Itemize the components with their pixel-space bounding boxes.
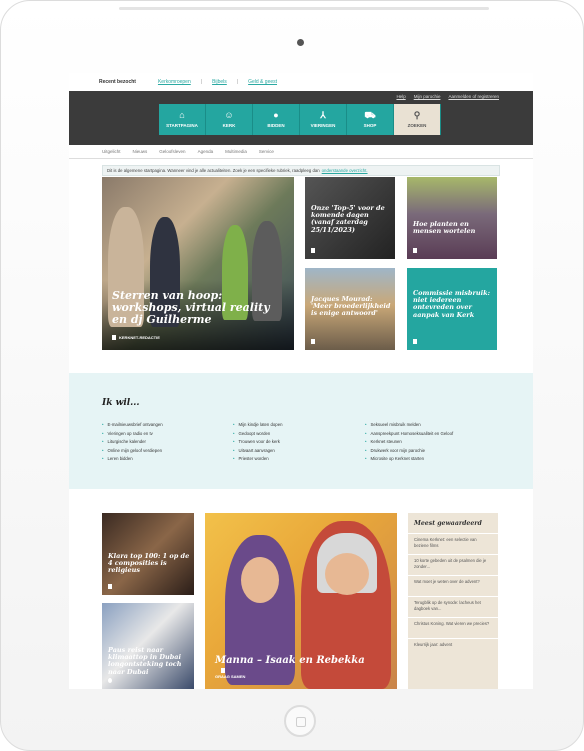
- document-icon: [413, 248, 417, 253]
- ik-wil-heading: Ik wil...: [102, 398, 140, 408]
- ik-wil-link[interactable]: Liturgische kalender: [102, 438, 163, 447]
- camera-icon: [297, 39, 304, 46]
- ik-wil-link[interactable]: Microsite op Kerknet starten: [365, 455, 453, 464]
- tile-top5[interactable]: Onze 'Top-5' voor de komende dagen (vana…: [305, 177, 395, 259]
- ik-wil-link[interactable]: Priester worden: [233, 455, 282, 464]
- nav-kerk[interactable]: ☺ KERK: [206, 104, 253, 135]
- hero-article[interactable]: Sterren van hoop: workshops, virtual rea…: [102, 177, 294, 350]
- tile-manna[interactable]: Manna – Isaak en Rebekka GRAAG SAMEN: [205, 513, 397, 689]
- sidebar-item[interactable]: Wat moet je weten over de advent?: [408, 575, 498, 596]
- document-icon: [311, 248, 315, 253]
- home-button[interactable]: [284, 705, 316, 737]
- nav-startpagina[interactable]: ⌂ STARTPAGINA: [159, 104, 206, 135]
- subnav-item-service[interactable]: Service: [259, 149, 274, 154]
- play-icon: [108, 678, 112, 683]
- ik-wil-link[interactable]: Uitvaart aanvragen: [233, 447, 282, 456]
- recent-link-2[interactable]: Bijbels: [212, 79, 227, 85]
- ik-wil-section: Ik wil... E-mailnieuwsbrief ontvangen Vi…: [69, 373, 533, 489]
- tile-misbruik-title[interactable]: Commissie misbruik: niet iedereen ontevr…: [413, 289, 493, 319]
- tile-mourad-title[interactable]: Jacques Mourad: 'Meer broederlijkheid is…: [311, 295, 393, 318]
- tablet-top-edge: [119, 7, 489, 10]
- tile-klara[interactable]: Klara top 100: 1 op de 4 composities is …: [102, 513, 194, 595]
- sub-nav: Uitgelicht Nieuws Geloofsleven Agenda Mu…: [69, 145, 533, 159]
- ik-wil-col-3: Seksueel misbruik melden Aanspreekpunt H…: [365, 421, 454, 464]
- ik-wil-col-1: E-mailnieuwsbrief ontvangen Vieringen op…: [102, 421, 163, 464]
- tile-planten-title[interactable]: Hoe planten en mensen wortelen: [413, 220, 493, 235]
- cart-icon: ⛟: [364, 110, 376, 120]
- ik-wil-link[interactable]: Vieringen op radio en tv: [102, 430, 163, 439]
- login-links: Help Mijn parochie Aanmelden of registre…: [396, 94, 499, 99]
- subnav-item-multimedia[interactable]: Multimedia: [225, 149, 247, 154]
- recent-label: Recent bezocht: [99, 79, 136, 85]
- sidebar-item[interactable]: Cinema Kerknet: een selectie van beziene…: [408, 533, 498, 554]
- ik-wil-link[interactable]: Aanspreekpunt Homoseksualiteit en Geloof: [365, 430, 454, 439]
- screen: Recent bezocht Kerkomroepen | Bijbels | …: [69, 73, 533, 689]
- tile-mourad[interactable]: Jacques Mourad: 'Meer broederlijkheid is…: [305, 268, 395, 350]
- document-icon: [221, 668, 225, 673]
- recent-link-3[interactable]: Geld & geest: [248, 79, 277, 85]
- ik-wil-link[interactable]: Kerknet steunen: [365, 438, 453, 447]
- subnav-item-uitgelicht[interactable]: Uitgelicht: [102, 149, 121, 154]
- document-icon: [413, 339, 417, 344]
- ik-wil-col-2: Mijn kindje laten dopen Gedoopt worden T…: [233, 421, 283, 464]
- subnav-item-nieuws[interactable]: Nieuws: [133, 149, 148, 154]
- ik-wil-link[interactable]: Trouwen voor de kerk: [233, 438, 282, 447]
- tile-paus-title[interactable]: Paus reist naar klimaattop in Dubai long…: [108, 646, 192, 676]
- ik-wil-link[interactable]: E-mailnieuwsbrief ontvangen: [102, 421, 163, 430]
- profile-link[interactable]: Mijn parochie: [414, 94, 441, 99]
- main-nav: ⌂ STARTPAGINA ☺ KERK ● BIDDEN ⅄ VIERINGEN ⛟ S…: [159, 104, 441, 135]
- subnav-item-agenda[interactable]: Agenda: [198, 149, 214, 154]
- help-link[interactable]: Help: [396, 94, 405, 99]
- document-icon: [108, 584, 112, 589]
- document-icon: [112, 335, 116, 340]
- notice-link[interactable]: onderstaande overzicht.: [322, 168, 368, 173]
- recent-link-1[interactable]: Kerkomroepen: [158, 79, 191, 85]
- ik-wil-link[interactable]: Gedoopt worden: [233, 430, 282, 439]
- sidebar-item[interactable]: Terugblik op de synode: lacheus het dagb…: [408, 596, 498, 617]
- home-square-icon: [296, 717, 306, 727]
- subnav-item-geloofsleven[interactable]: Geloofsleven: [159, 149, 185, 154]
- sidebar-heading: Meest gewaardeerd: [414, 520, 482, 527]
- people-icon: ☺: [224, 110, 234, 120]
- recent-bar: Recent bezocht Kerkomroepen | Bijbels | …: [99, 79, 278, 85]
- nav-zoeken[interactable]: ⚲ ZOEKEN: [394, 104, 441, 135]
- illustration-face: [325, 553, 369, 595]
- tile-klara-title[interactable]: Klara top 100: 1 op de 4 composities is …: [108, 552, 190, 575]
- sidebar-item[interactable]: 10 korte gebeden uit de psalmen die je z…: [408, 554, 498, 575]
- notice-bar: Dit is de algemene startpagina. Wanneer …: [102, 165, 500, 176]
- nav-bidden[interactable]: ● BIDDEN: [253, 104, 300, 135]
- ik-wil-link[interactable]: Mijn kindje laten dopen: [233, 421, 283, 430]
- bottom-section: Klara top 100: 1 op de 4 composities is …: [69, 513, 533, 689]
- sidebar-item[interactable]: Christus Koning. Wat vieren we precies?: [408, 617, 498, 638]
- home-icon: ⌂: [179, 110, 185, 120]
- nav-shop[interactable]: ⛟ SHOP: [347, 104, 394, 135]
- tile-top5-title[interactable]: Onze 'Top-5' voor de komende dagen (vana…: [311, 204, 391, 234]
- ik-wil-link[interactable]: Drukwerk voor mijn parochie: [365, 447, 453, 456]
- sidebar-item[interactable]: Kleurrijk jaar: advent: [408, 638, 498, 659]
- tile-planten[interactable]: Hoe planten en mensen wortelen: [407, 177, 497, 259]
- hero-tag: KERKNET-REDACTIE: [112, 335, 160, 340]
- tile-paus[interactable]: Paus reist naar klimaattop in Dubai long…: [102, 603, 194, 689]
- ik-wil-link[interactable]: Seksueel misbruik melden: [365, 421, 453, 430]
- notice-text: Dit is de algemene startpagina. Wanneer …: [107, 168, 320, 173]
- globe-icon: ●: [273, 110, 279, 120]
- nav-vieringen[interactable]: ⅄ VIERINGEN: [300, 104, 347, 135]
- search-icon: ⚲: [413, 110, 421, 120]
- hero-title[interactable]: Sterren van hoop: workshops, virtual rea…: [112, 290, 282, 326]
- tile-manna-title[interactable]: Manna – Isaak en Rebekka: [215, 655, 385, 667]
- main-header: Help Mijn parochie Aanmelden of registre…: [69, 91, 533, 145]
- meest-gewaardeerd-sidebar: Meest gewaardeerd Cinema Kerknet: een se…: [408, 513, 498, 689]
- document-icon: [311, 339, 315, 344]
- tile-manna-tag: GRAAG SAMEN: [215, 668, 245, 679]
- register-link[interactable]: Aanmelden of registreren: [448, 94, 499, 99]
- candle-icon: ⅄: [320, 110, 326, 120]
- ik-wil-link[interactable]: Online mijn geloof verdiepen: [102, 447, 163, 456]
- tile-misbruik[interactable]: Commissie misbruik: niet iedereen ontevr…: [407, 268, 497, 350]
- tablet-frame: Recent bezocht Kerkomroepen | Bijbels | …: [0, 0, 584, 751]
- illustration-face: [241, 557, 279, 603]
- ik-wil-link[interactable]: Leren bidden: [102, 455, 163, 464]
